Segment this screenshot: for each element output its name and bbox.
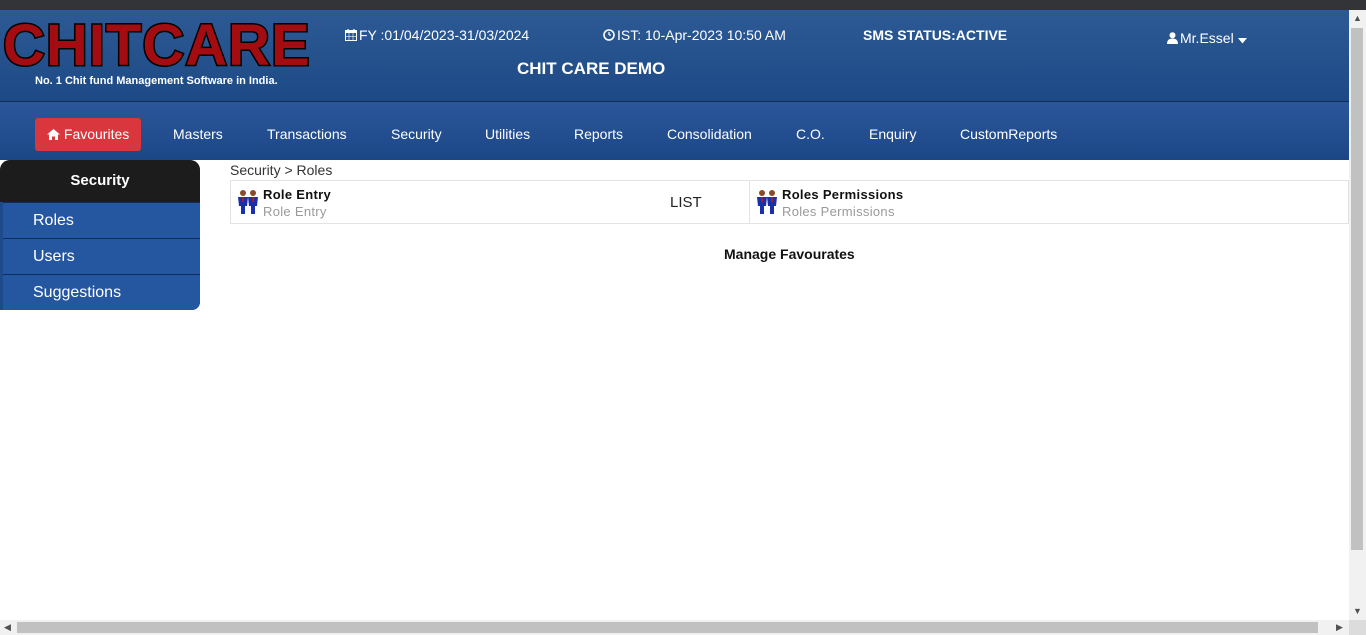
sidebar: Security Roles Users Suggestions	[0, 160, 200, 310]
browser-top-strip	[0, 0, 1366, 10]
nav-favourites[interactable]: Favourites	[35, 118, 142, 151]
chitcare-logo[interactable]: CHITCARE No. 1 Chit fund Management Soft…	[2, 13, 315, 96]
card-role-entry[interactable]: Role Entry Role Entry LIST	[231, 181, 749, 223]
card-subtitle: Roles Permissions	[782, 204, 895, 219]
nav-enquiry[interactable]: Enquiry	[869, 118, 916, 151]
nav-transactions[interactable]: Transactions	[267, 118, 347, 151]
nav-security[interactable]: Security	[391, 118, 442, 151]
horizontal-scroll-thumb[interactable]	[17, 622, 1318, 633]
nav-reports[interactable]: Reports	[574, 118, 623, 151]
nav-favourites-label: Favourites	[63, 126, 130, 142]
scroll-up-arrow-icon[interactable]: ▲	[1353, 13, 1362, 23]
sidebar-item-suggestions[interactable]: Suggestions	[3, 274, 200, 310]
home-icon	[47, 129, 60, 140]
nav-co[interactable]: C.O.	[796, 118, 825, 151]
scroll-down-arrow-icon[interactable]: ▼	[1353, 606, 1362, 616]
company-name: CHIT CARE DEMO	[517, 59, 666, 78]
card-subtitle: Role Entry	[263, 204, 327, 219]
sms-status: SMS STATUS:ACTIVE	[863, 27, 1008, 43]
caret-down-icon	[1237, 38, 1247, 44]
scroll-right-arrow-icon[interactable]: ▶	[1336, 622, 1343, 632]
card-title: Roles Permissions	[782, 187, 904, 202]
logo-text: CHITCARE	[2, 13, 312, 78]
horizontal-scrollbar[interactable]: ◀ ▶	[0, 620, 1349, 635]
nav-utilities[interactable]: Utilities	[485, 118, 530, 151]
menu-cards: Role Entry Role Entry LIST Roles Permiss…	[230, 180, 1349, 224]
sidebar-item-roles[interactable]: Roles	[3, 202, 200, 238]
user-name: Mr.Essel	[1180, 30, 1234, 46]
users-icon	[238, 190, 258, 214]
ist-text: IST: 10-Apr-2023 10:50 AM	[617, 27, 786, 43]
nav-consolidation[interactable]: Consolidation	[667, 118, 752, 151]
vertical-scrollbar[interactable]: ▲ ▼	[1349, 10, 1366, 620]
scrollbar-corner	[1349, 620, 1366, 635]
user-menu[interactable]: Mr.Essel	[1167, 30, 1249, 46]
current-time: IST: 10-Apr-2023 10:50 AM	[603, 27, 786, 43]
nav-masters[interactable]: Masters	[173, 118, 223, 151]
manage-favourites-link[interactable]: Manage Favourates	[724, 246, 855, 262]
users-icon	[757, 190, 777, 214]
clock-icon	[603, 29, 615, 41]
breadcrumb: Security > Roles	[230, 162, 333, 178]
scroll-left-arrow-icon[interactable]: ◀	[4, 622, 11, 632]
app-header: CHITCARE No. 1 Chit fund Management Soft…	[0, 10, 1349, 102]
fy-text: FY :01/04/2023-31/03/2024	[359, 27, 530, 43]
main-nav: Favourites Masters Transactions Security…	[0, 102, 1349, 160]
financial-year: FY :01/04/2023-31/03/2024	[345, 27, 529, 43]
nav-customreports[interactable]: CustomReports	[960, 118, 1057, 151]
card-roles-permissions[interactable]: Roles Permissions Roles Permissions	[749, 181, 1094, 223]
sidebar-item-users[interactable]: Users	[3, 238, 200, 274]
vertical-scroll-thumb[interactable]	[1351, 28, 1363, 550]
user-icon	[1167, 32, 1178, 44]
calendar-icon	[345, 29, 357, 41]
list-link[interactable]: LIST	[670, 194, 702, 211]
sidebar-title: Security	[0, 160, 200, 202]
card-title: Role Entry	[263, 187, 332, 202]
logo-tagline: No. 1 Chit fund Management Software in I…	[35, 75, 278, 87]
